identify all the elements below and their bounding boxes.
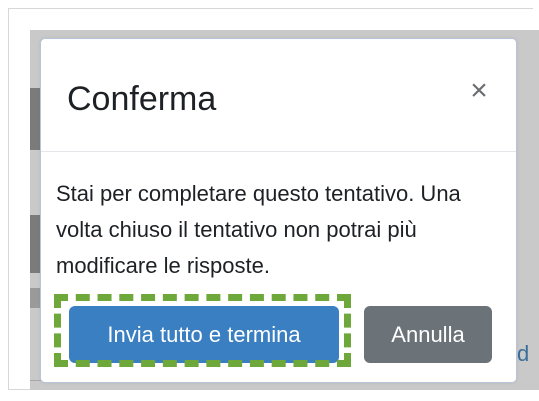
modal-header: Conferma × [41,39,516,152]
backdrop-fragment [30,215,40,273]
backdrop-fragment [30,288,40,308]
backdrop-link-fragment: d [517,341,530,366]
close-icon[interactable]: × [461,73,497,109]
modal-title: Conferma [67,80,217,118]
modal-message: Stai per completare questo tentativo. Un… [56,181,461,278]
backdrop-fragment [30,88,40,150]
confirm-modal: Conferma × Stai per completare questo te… [40,38,517,383]
submit-all-button[interactable]: Invia tutto e termina [69,306,339,363]
cancel-button[interactable]: Annulla [364,306,492,363]
modal-body: Stai per completare questo tentativo. Un… [56,176,506,284]
